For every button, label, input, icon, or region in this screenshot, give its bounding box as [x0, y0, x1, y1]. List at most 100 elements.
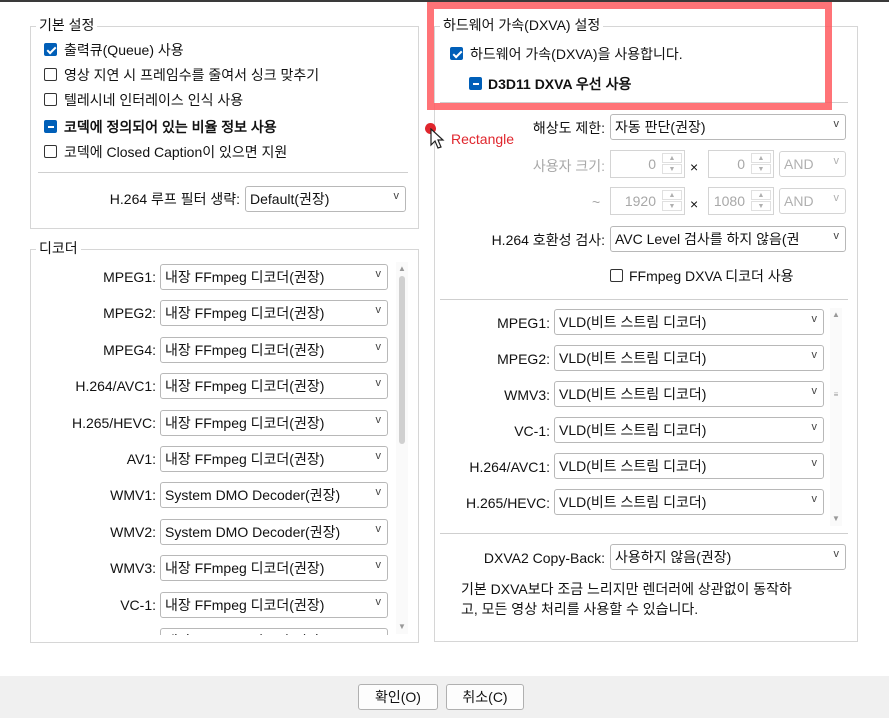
decoder-row-label: VP8: — [40, 632, 156, 635]
scrollbar-grip-icon: ≡ — [833, 390, 839, 399]
scroll-down-icon[interactable]: ▼ — [396, 622, 408, 631]
decoder-select-value: 내장 FFmpeg 디코더(권장) — [165, 378, 325, 395]
spin-up-icon[interactable]: ▲ — [662, 153, 682, 163]
resolution-select[interactable]: 자동 판단(권장) v — [610, 114, 846, 140]
use-hw-accel-label[interactable]: 하드웨어 가속(DXVA)을 사용합니다. — [470, 45, 683, 63]
d3d11-checkbox[interactable] — [469, 77, 482, 90]
decoder-select-value: 내장 FFmpeg 디코더(권장) — [165, 451, 325, 467]
chevron-down-icon: v — [375, 268, 382, 280]
ffmpeg-dxva-checkbox[interactable] — [610, 269, 623, 282]
decoder-select[interactable]: 내장 FFmpeg 디코더(권장) v — [160, 446, 388, 472]
compat-select[interactable]: AVC Level 검사를 하지 않음(권 v — [610, 226, 846, 252]
dxva-mode-select[interactable]: VLD(비트 스트림 디코더) v — [554, 417, 824, 443]
scroll-up-icon[interactable]: ▲ — [396, 264, 408, 273]
dxva-mode-row: WMV3: VLD(비트 스트림 디코더) v — [440, 378, 830, 408]
spin-up-icon[interactable]: ▲ — [751, 153, 771, 163]
dxva-mode-select[interactable]: VLD(비트 스트림 디코더) v — [554, 381, 824, 407]
decoder-select[interactable]: 내장 FFmpeg 디코더(권장) v — [160, 555, 388, 582]
chevron-down-icon: v — [375, 377, 382, 390]
decoder-legend: 디코더 — [36, 240, 81, 256]
decoder-select-value: System DMO Decoder(권장) — [165, 523, 341, 540]
use-hw-accel-checkbox[interactable] — [450, 47, 463, 60]
aspect-ratio-label[interactable]: 코덱에 정의되어 있는 비율 정보 사용 — [64, 118, 277, 136]
ok-button[interactable]: 확인(O) — [358, 684, 438, 710]
decoder-scrollbar[interactable]: ▲ ▼ — [396, 262, 408, 634]
decoder-select[interactable]: 내장 FFmpeg 디코더(권장) v — [160, 300, 388, 327]
hw-divider-3 — [440, 533, 848, 534]
dxva-mode-select[interactable]: VLD(비트 스트림 디코더) v — [554, 489, 824, 515]
cancel-button[interactable]: 취소(C) — [446, 684, 524, 710]
window-top-edge — [0, 0, 889, 2]
min-height-spinner[interactable]: 0 ▲ ▼ — [708, 150, 774, 178]
decoder-select-value: 내장 FFmpeg 디코더(권장) — [165, 305, 325, 322]
chevron-down-icon: v — [833, 118, 840, 130]
decoder-list-viewport: MPEG1: 내장 FFmpeg 디코더(권장) v MPEG2: 내장 FFmpeg … — [40, 260, 410, 635]
scrollbar-thumb[interactable] — [399, 276, 405, 444]
dxva-mode-row: MPEG1: VLD(비트 스트림 디코더) v — [440, 306, 830, 336]
d3d11-label[interactable]: D3D11 DXVA 우선 사용 — [488, 75, 631, 93]
decoder-row: H.265/HEVC: 내장 FFmpeg 디코더(권장) v — [40, 406, 400, 436]
dxva-mode-select[interactable]: VLD(비트 스트림 디코더) v — [554, 309, 824, 335]
chevron-down-icon: v — [375, 413, 382, 426]
decoder-select-value: 내장 FFmpeg 디코더(권장) — [165, 560, 325, 577]
dxva-mode-select-value: VLD(비트 스트림 디코더) — [559, 494, 707, 510]
min-width-spinner[interactable]: 0 ▲ ▼ — [610, 150, 685, 178]
spin-down-icon[interactable]: ▼ — [662, 164, 682, 174]
frame-skip-label[interactable]: 영상 지연 시 프레임수를 줄여서 싱크 맞추기 — [64, 66, 319, 84]
decoder-select[interactable]: 내장 FFmpeg 디코더(권장) v — [160, 409, 388, 436]
chevron-down-icon: v — [833, 192, 840, 204]
dxva-mode-row-label: MPEG2: — [497, 351, 550, 367]
max-condition-select[interactable]: AND v — [779, 188, 846, 214]
decoder-select[interactable]: 내장 FFmpeg 디코더(권장) v — [160, 591, 388, 618]
decoder-select-value: 내장 FFmpeg 디코더(권장) — [165, 633, 324, 635]
dxva-mode-select-value: VLD(비트 스트림 디코더) — [559, 458, 707, 474]
chevron-down-icon: v — [833, 548, 840, 560]
decoder-select[interactable]: 내장 FFmpeg 디코더(권장) v — [160, 373, 388, 400]
chevron-down-icon: v — [393, 190, 400, 202]
aspect-ratio-checkbox[interactable] — [44, 120, 57, 133]
scroll-down-icon[interactable]: ▼ — [830, 514, 842, 523]
decoder-select[interactable]: 내장 FFmpeg 디코더(권장) v — [160, 264, 388, 290]
decoder-select[interactable]: System DMO Decoder(권장) v — [160, 482, 388, 509]
max-height-spinner[interactable]: 1080 ▲ ▼ — [708, 187, 774, 215]
decoder-select[interactable]: 내장 FFmpeg 디코더(권장) v — [160, 628, 388, 635]
spin-up-icon[interactable]: ▲ — [662, 190, 682, 200]
closed-caption-checkbox[interactable] — [44, 145, 57, 158]
dxva-mode-row: H.265/HEVC: VLD(비트 스트림 디코더) v — [440, 486, 830, 516]
scroll-up-icon[interactable]: ▲ — [830, 310, 842, 319]
copyback-select[interactable]: 사용하지 않음(권장) v — [610, 544, 846, 570]
dxva-mode-viewport: MPEG1: VLD(비트 스트림 디코더) v MPEG2: VLD(비트 스트림 디… — [440, 306, 830, 528]
frame-skip-checkbox[interactable] — [44, 68, 57, 81]
decoder-select[interactable]: 내장 FFmpeg 디코더(권장) v — [160, 336, 388, 363]
chevron-down-icon: v — [375, 559, 382, 572]
ffmpeg-dxva-label[interactable]: FFmpeg DXVA 디코더 사용 — [629, 267, 794, 285]
queue-checkbox[interactable] — [44, 43, 57, 56]
chevron-down-icon: v — [811, 313, 818, 325]
dxva-mode-row: VC-1: VLD(비트 스트림 디코더) v — [440, 414, 830, 444]
dxva-mode-row-label: H.264/AVC1: — [469, 459, 550, 475]
telecine-label[interactable]: 텔레시네 인터레이스 인식 사용 — [64, 91, 243, 109]
dxva-mode-row-label: H.265/HEVC: — [465, 495, 550, 511]
queue-label[interactable]: 출력큐(Queue) 사용 — [64, 41, 184, 59]
decoder-select-value: 내장 FFmpeg 디코더(권장) — [165, 341, 325, 358]
closed-caption-label[interactable]: 코덱에 Closed Caption이 있으면 지원 — [64, 143, 287, 161]
dxva-mode-select[interactable]: VLD(비트 스트림 디코더) v — [554, 453, 824, 479]
decoder-select-value: 내장 FFmpeg 디코더(권장) — [165, 596, 325, 613]
decoder-row: MPEG1: 내장 FFmpeg 디코더(권장) v — [40, 260, 400, 290]
telecine-checkbox[interactable] — [44, 93, 57, 106]
spin-up-icon[interactable]: ▲ — [751, 190, 771, 200]
loop-filter-value: Default(권장) — [250, 191, 330, 207]
spin-down-icon[interactable]: ▼ — [751, 164, 771, 174]
dxva-mode-select[interactable]: VLD(비트 스트림 디코더) v — [554, 345, 824, 371]
spin-down-icon[interactable]: ▼ — [751, 201, 771, 211]
min-condition-value: AND — [784, 156, 814, 172]
loop-filter-select[interactable]: Default(권장) v — [245, 186, 406, 212]
dxva-mode-scrollbar[interactable]: ▲ ≡ ▼ — [830, 308, 842, 526]
decoder-row: VC-1: 내장 FFmpeg 디코더(권장) v — [40, 588, 400, 618]
loop-filter-label: H.264 루프 필터 생략: — [109, 191, 240, 207]
max-width-spinner[interactable]: 1920 ▲ ▼ — [610, 187, 685, 215]
chevron-down-icon: v — [375, 304, 382, 317]
min-condition-select[interactable]: AND v — [779, 151, 846, 177]
spin-down-icon[interactable]: ▼ — [662, 201, 682, 211]
decoder-select[interactable]: System DMO Decoder(권장) v — [160, 518, 388, 545]
